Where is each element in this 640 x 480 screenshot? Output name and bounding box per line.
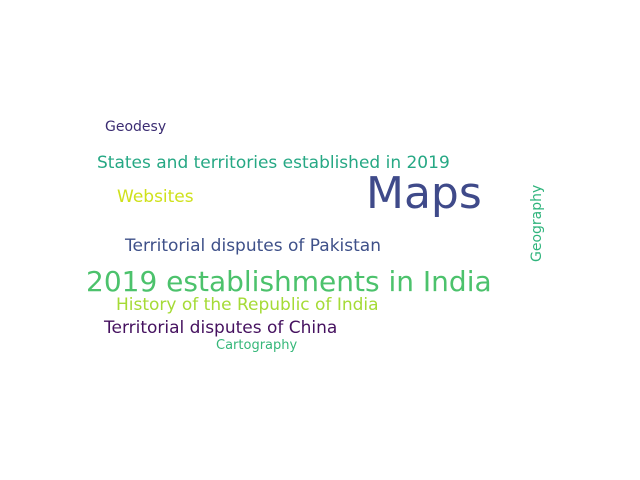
word-cloud: Maps 2019 establishments in India States… [0,0,640,480]
word-2019-establishments-in-india: 2019 establishments in India [86,265,492,298]
word-geodesy: Geodesy [105,119,167,135]
word-territorial-disputes-china: Territorial disputes of China [104,318,338,338]
word-maps: Maps [366,168,482,219]
word-territorial-disputes-pakistan: Territorial disputes of Pakistan [125,236,381,256]
word-websites: Websites [117,187,194,207]
word-cartography: Cartography [216,338,298,353]
word-history-republic-of-india: History of the Republic of India [116,295,379,315]
word-states-and-territories: States and territories established in 20… [97,153,450,173]
word-geography: Geography [529,184,545,262]
